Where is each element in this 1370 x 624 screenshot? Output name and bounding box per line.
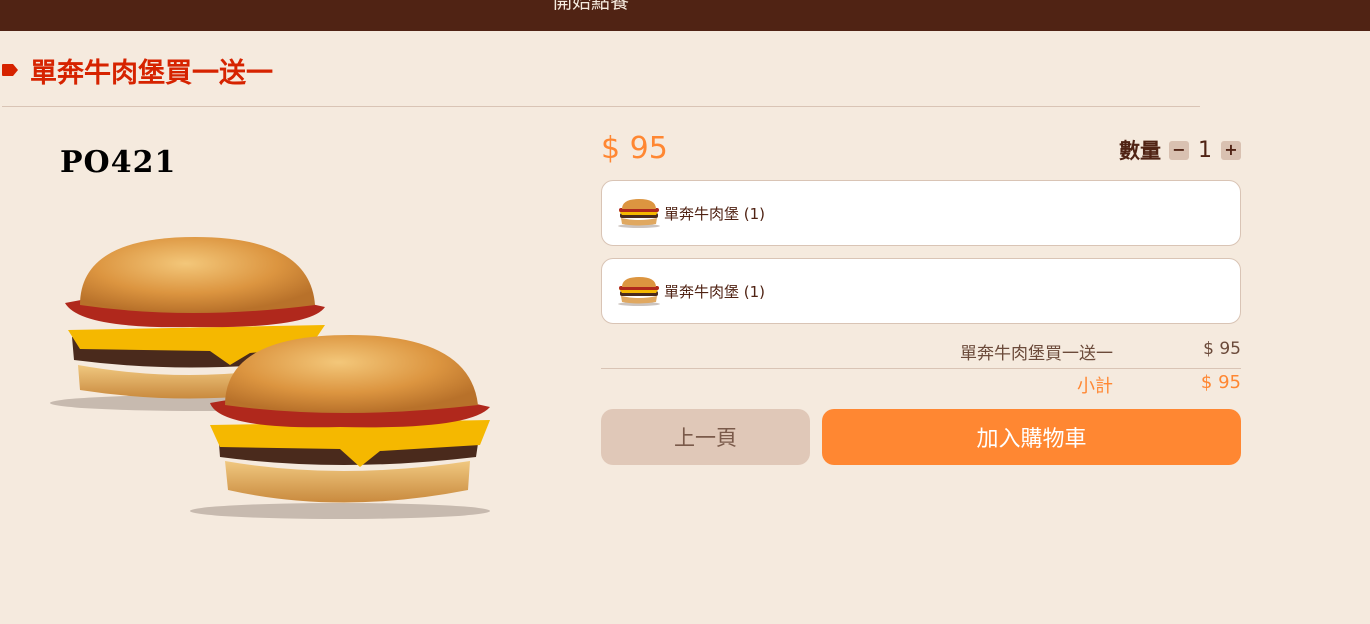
summary-divider — [601, 368, 1241, 369]
start-order-label[interactable]: 開始點餐 — [553, 0, 629, 14]
summary-line: 單奔牛肉堡買一送一 $ 95 — [601, 339, 1241, 364]
increase-quantity-button[interactable]: + — [1221, 140, 1241, 160]
subtotal-line: 小計 $ 95 — [601, 372, 1241, 397]
summary-line-label: 單奔牛肉堡買一送一 — [960, 344, 1113, 364]
burger-thumbnail-icon — [618, 199, 660, 228]
divider — [2, 106, 1200, 107]
burger-thumbnail-icon — [618, 277, 660, 306]
add-to-cart-button[interactable]: 加入購物車 — [822, 409, 1241, 465]
subtotal-label: 小計 — [1077, 376, 1113, 397]
item-name: 單奔牛肉堡 (1) — [664, 204, 766, 223]
quantity-label: 數量 — [1119, 139, 1161, 163]
product-image — [50, 237, 490, 519]
subtotal-value: $ 95 — [1200, 372, 1241, 393]
item-name: 單奔牛肉堡 (1) — [664, 282, 766, 301]
summary-line-value: $ 95 — [1203, 339, 1241, 359]
page-title: 單奔牛肉堡買一送一 — [30, 57, 273, 89]
price: $ 95 — [601, 131, 668, 166]
tag-arrow-icon — [2, 64, 18, 76]
quantity-control: 數量 − 1 + — [1119, 135, 1241, 165]
decrease-quantity-button[interactable]: − — [1169, 140, 1189, 160]
previous-page-button[interactable]: 上一頁 — [601, 409, 810, 465]
title-row: 單奔牛肉堡買一送一 — [0, 52, 273, 89]
combo-item-card[interactable]: 單奔牛肉堡 (1) — [601, 180, 1241, 246]
top-bar: 開始點餐 — [0, 0, 1370, 31]
combo-item-card[interactable]: 單奔牛肉堡 (1) — [601, 258, 1241, 324]
quantity-value: 1 — [1198, 137, 1212, 163]
product-code: PO421 — [60, 145, 177, 180]
